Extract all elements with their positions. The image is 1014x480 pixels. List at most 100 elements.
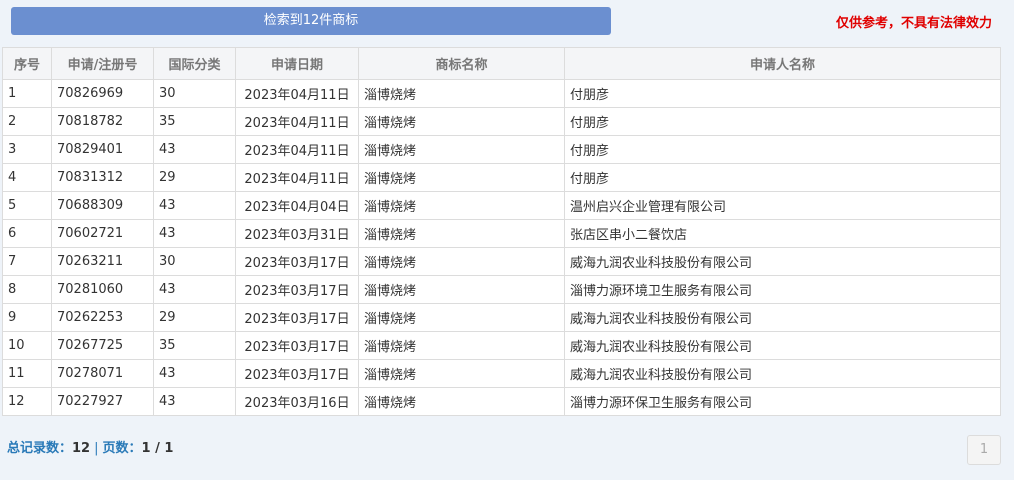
row-index-cell: 12 [2,387,52,416]
class-cell: 35 [153,331,236,360]
date-cell: 2023年03月17日 [235,275,359,304]
mark-name-link[interactable]: 淄博烧烤 [358,163,565,192]
footer-stats: 总记录数：12 | 页数：1 / 1 [7,437,173,456]
mark-name-link[interactable]: 淄博烧烤 [358,135,565,164]
reg-number-link[interactable]: 70829401 [51,135,154,164]
row-index-cell: 11 [2,359,52,388]
table-row: 6 70602721 43 2023年03月31日 淄博烧烤 张店区串小二餐饮店 [2,219,1001,248]
total-records-label: 总记录数： [7,441,73,456]
date-cell: 2023年04月11日 [235,135,359,164]
class-cell: 29 [153,163,236,192]
mark-name-link[interactable]: 淄博烧烤 [358,331,565,360]
mark-name-link[interactable]: 淄博烧烤 [358,303,565,332]
reg-number-link[interactable]: 70263211 [51,247,154,276]
trademark-results-table: 序号 申请/注册号 国际分类 申请日期 商标名称 申请人名称 1 70826969… [2,47,1001,416]
reg-number-link[interactable]: 70281060 [51,275,154,304]
applicant-cell: 付朋彦 [564,163,1001,192]
applicant-cell: 张店区串小二餐饮店 [564,219,1001,248]
applicant-cell: 威海九润农业科技股份有限公司 [564,359,1001,388]
table-row: 2 70818782 35 2023年04月11日 淄博烧烤 付朋彦 [2,107,1001,136]
applicant-cell: 威海九润农业科技股份有限公司 [564,303,1001,332]
reg-number-link[interactable]: 70262253 [51,303,154,332]
table-header-row: 序号 申请/注册号 国际分类 申请日期 商标名称 申请人名称 [2,47,1001,80]
reg-number-link[interactable]: 70826969 [51,79,154,108]
row-index-cell: 2 [2,107,52,136]
mark-name-link[interactable]: 淄博烧烤 [358,191,565,220]
reg-number-link[interactable]: 70278071 [51,359,154,388]
class-cell: 30 [153,79,236,108]
search-result-button[interactable]: 检索到12件商标 [11,7,611,35]
class-cell: 43 [153,191,236,220]
applicant-cell: 威海九润农业科技股份有限公司 [564,331,1001,360]
reg-number-link[interactable]: 70688309 [51,191,154,220]
mark-name-link[interactable]: 淄博烧烤 [358,359,565,388]
row-index-cell: 5 [2,191,52,220]
column-header-mark-name[interactable]: 商标名称 [358,47,565,80]
row-index-cell: 3 [2,135,52,164]
table-row: 9 70262253 29 2023年03月17日 淄博烧烤 威海九润农业科技股份有限公司 [2,303,1001,332]
table-row: 8 70281060 43 2023年03月17日 淄博烧烤 淄博力源环境卫生服务有限公司 [2,275,1001,304]
date-cell: 2023年03月31日 [235,219,359,248]
class-cell: 43 [153,135,236,164]
row-index-cell: 10 [2,331,52,360]
date-cell: 2023年03月17日 [235,303,359,332]
class-cell: 29 [153,303,236,332]
row-index-cell: 9 [2,303,52,332]
table-row: 4 70831312 29 2023年04月11日 淄博烧烤 付朋彦 [2,163,1001,192]
reg-number-link[interactable]: 70818782 [51,107,154,136]
page-button-1[interactable]: 1 [967,435,1001,465]
class-cell: 43 [153,387,236,416]
class-cell: 43 [153,275,236,304]
pages-value: 1 / 1 [141,441,174,456]
applicant-cell: 付朋彦 [564,79,1001,108]
footer-separator: | [94,441,99,456]
column-header-index[interactable]: 序号 [2,47,52,80]
row-index-cell: 7 [2,247,52,276]
mark-name-link[interactable]: 淄博烧烤 [358,219,565,248]
date-cell: 2023年04月11日 [235,107,359,136]
table-row: 3 70829401 43 2023年04月11日 淄博烧烤 付朋彦 [2,135,1001,164]
reg-number-link[interactable]: 70831312 [51,163,154,192]
reg-number-link[interactable]: 70602721 [51,219,154,248]
disclaimer-text: 仅供参考，不具有法律效力 [835,16,992,31]
table-row: 1 70826969 30 2023年04月11日 淄博烧烤 付朋彦 [2,79,1001,108]
column-header-applicant[interactable]: 申请人名称 [564,47,1001,80]
reg-number-link[interactable]: 70267725 [51,331,154,360]
class-cell: 35 [153,107,236,136]
mark-name-link[interactable]: 淄博烧烤 [358,275,565,304]
reg-number-link[interactable]: 70227927 [51,387,154,416]
table-row: 10 70267725 35 2023年03月17日 淄博烧烤 威海九润农业科技股份有限公… [2,331,1001,360]
date-cell: 2023年03月17日 [235,247,359,276]
table-row: 11 70278071 43 2023年03月17日 淄博烧烤 威海九润农业科技股份有限公… [2,359,1001,388]
column-header-date[interactable]: 申请日期 [235,47,359,80]
applicant-cell: 付朋彦 [564,135,1001,164]
class-cell: 43 [153,219,236,248]
row-index-cell: 4 [2,163,52,192]
date-cell: 2023年04月04日 [235,191,359,220]
date-cell: 2023年04月11日 [235,163,359,192]
column-header-reg-number[interactable]: 申请/注册号 [51,47,154,80]
class-cell: 30 [153,247,236,276]
column-header-class[interactable]: 国际分类 [153,47,236,80]
date-cell: 2023年03月16日 [235,387,359,416]
applicant-cell: 淄博力源环保卫生服务有限公司 [564,387,1001,416]
mark-name-link[interactable]: 淄博烧烤 [358,107,565,136]
applicant-cell: 威海九润农业科技股份有限公司 [564,247,1001,276]
applicant-cell: 付朋彦 [564,107,1001,136]
table-row: 12 70227927 43 2023年03月16日 淄博烧烤 淄博力源环保卫生服务有限公… [2,387,1001,416]
mark-name-link[interactable]: 淄博烧烤 [358,247,565,276]
mark-name-link[interactable]: 淄博烧烤 [358,79,565,108]
applicant-cell: 淄博力源环境卫生服务有限公司 [564,275,1001,304]
row-index-cell: 1 [2,79,52,108]
table-row: 5 70688309 43 2023年04月04日 淄博烧烤 温州启兴企业管理有限公司 [2,191,1001,220]
table-row: 7 70263211 30 2023年03月17日 淄博烧烤 威海九润农业科技股份有限公司 [2,247,1001,276]
top-bar: 检索到12件商标 仅供参考，不具有法律效力 [0,0,1014,44]
date-cell: 2023年04月11日 [235,79,359,108]
applicant-cell: 温州启兴企业管理有限公司 [564,191,1001,220]
date-cell: 2023年03月17日 [235,331,359,360]
date-cell: 2023年03月17日 [235,359,359,388]
pages-label: 页数： [102,441,142,456]
row-index-cell: 8 [2,275,52,304]
mark-name-link[interactable]: 淄博烧烤 [358,387,565,416]
class-cell: 43 [153,359,236,388]
